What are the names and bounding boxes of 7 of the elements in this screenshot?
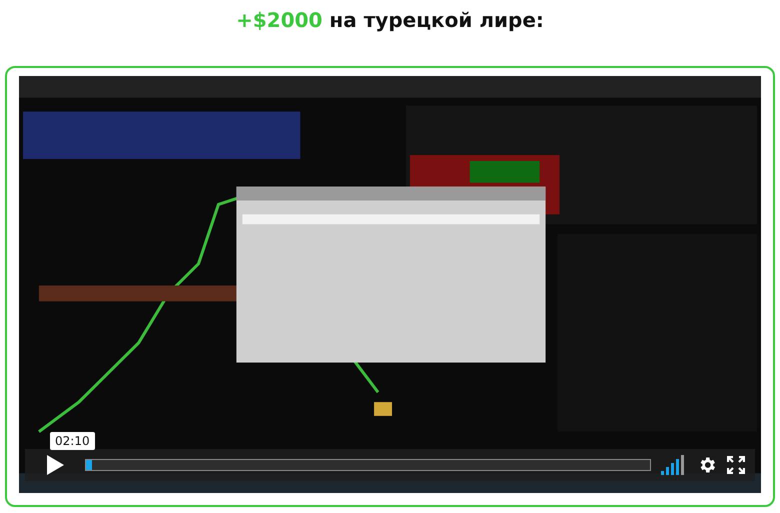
fullscreen-icon [727,456,745,474]
volume-button[interactable] [661,455,687,475]
fullscreen-button[interactable] [727,456,745,474]
time-tooltip: 02:10 [50,432,95,450]
page-heading: +$2000 на турецкой лире: [236,7,544,34]
play-icon [45,454,65,476]
volume-icon [661,455,687,475]
